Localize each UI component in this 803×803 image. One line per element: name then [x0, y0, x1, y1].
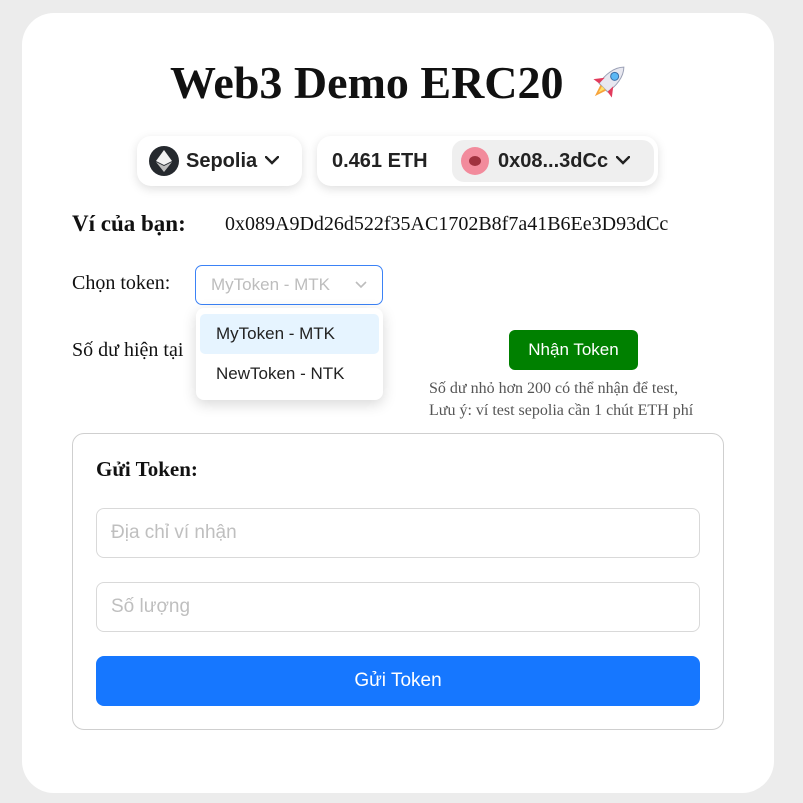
claim-note: Số dư nhỏ hơn 200 có thể nhận để test, L… [429, 378, 693, 422]
claim-token-button[interactable]: Nhận Token [509, 330, 638, 370]
account-button[interactable]: 0x08...3dCc [452, 140, 654, 182]
eth-balance: 0.461 ETH [332, 149, 428, 172]
send-token-button[interactable]: Gửi Token [96, 656, 700, 706]
token-select-value: MyToken - MTK [211, 275, 331, 294]
claim-note-line: Số dư nhỏ hơn 200 có thể nhận để test, [429, 380, 679, 397]
wallet-address: 0x089A9Dd26d522f35AC1702B8f7a41B6Ee3D93d… [225, 213, 669, 235]
account-address: 0x08...3dCc [498, 149, 609, 172]
token-dropdown: MyToken - MTK NewToken - NTK [196, 308, 383, 400]
amount-input[interactable] [96, 582, 700, 632]
avatar [461, 147, 489, 175]
chevron-down-icon [264, 152, 280, 170]
network-name: Sepolia [186, 149, 258, 172]
rocket-icon [585, 58, 633, 117]
send-title: Gửi Token: [96, 457, 198, 481]
token-option[interactable]: NewToken - NTK [200, 354, 379, 394]
send-token-panel: Gửi Token: Gửi Token [72, 433, 724, 730]
recipient-address-input[interactable] [96, 508, 700, 558]
title-text: Web3 Demo ERC20 [169, 57, 564, 108]
token-select-label: Chọn token: [72, 272, 171, 294]
wallet-row: Ví của bạn: 0x089A9Dd26d522f35AC1702B8f7… [72, 211, 668, 237]
account-panel: 0.461 ETH 0x08...3dCc [317, 136, 658, 186]
chevron-down-icon [354, 276, 368, 296]
wallet-label: Ví của bạn: [72, 211, 186, 236]
network-selector[interactable]: Sepolia [137, 136, 302, 186]
token-select[interactable]: MyToken - MTK [195, 265, 383, 305]
page-title: Web3 Demo ERC20 [0, 56, 803, 117]
token-option[interactable]: MyToken - MTK [200, 314, 379, 354]
chevron-down-icon [615, 152, 631, 170]
claim-note-line: Lưu ý: ví test sepolia cần 1 chút ETH ph… [429, 402, 694, 419]
balance-label: Số dư hiện tại [72, 339, 184, 361]
ethereum-icon [149, 146, 179, 176]
